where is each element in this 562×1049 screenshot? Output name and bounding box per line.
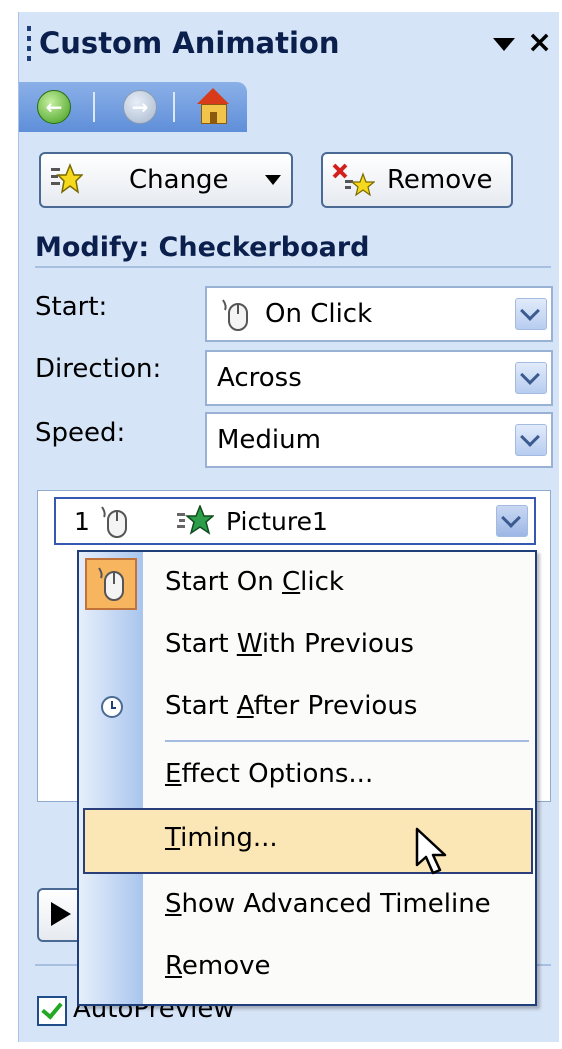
mouse-icon (85, 558, 137, 610)
play-icon (51, 902, 71, 926)
animation-number: 1 (74, 507, 90, 536)
menu-item-show-advanced-timeline[interactable]: Show Advanced Timeline (79, 874, 535, 936)
close-icon[interactable]: × (527, 28, 552, 58)
pane-navigation-bar: ← → (19, 82, 247, 132)
menu-item-start-after-previous[interactable]: Start After Previous (79, 676, 535, 738)
animation-name: Picture1 (226, 507, 328, 536)
menu-item-label: Effect Options... (165, 759, 374, 789)
animation-context-menu: Start On Click Start With Previous Start… (77, 550, 537, 1006)
custom-animation-pane: Custom Animation × ← → Change Remove Mod… (18, 12, 559, 1042)
direction-dropdown[interactable]: Across (205, 350, 553, 406)
menu-item-start-on-click[interactable]: Start On Click (79, 552, 535, 614)
mouse-icon (217, 296, 253, 336)
list-item[interactable]: 1 Picture1 (54, 497, 536, 545)
start-label: Start: (35, 292, 108, 322)
pane-title-bar: Custom Animation × (19, 12, 559, 82)
menu-item-label: Show Advanced Timeline (165, 889, 491, 919)
chevron-down-icon[interactable] (515, 424, 547, 456)
nav-separator (93, 92, 95, 122)
mouse-pointer-icon (415, 827, 449, 881)
modify-heading: Modify: Checkerboard (35, 232, 370, 263)
home-icon[interactable] (195, 88, 231, 124)
remove-effect-icon (331, 162, 375, 196)
chevron-down-icon[interactable] (515, 362, 547, 394)
direction-value: Across (217, 363, 302, 393)
pane-menu-dropdown-icon[interactable] (493, 38, 515, 51)
menu-item-label: Start After Previous (165, 691, 418, 721)
menu-item-label: Start On Click (165, 567, 344, 597)
star-icon (176, 505, 214, 537)
menu-item-label: Start With Previous (165, 629, 414, 659)
clock-icon (101, 696, 123, 718)
menu-separator (165, 740, 529, 742)
back-icon[interactable]: ← (37, 90, 71, 124)
start-value: On Click (265, 299, 373, 329)
menu-item-effect-options[interactable]: Effect Options... (79, 744, 535, 806)
menu-item-start-with-previous[interactable]: Start With Previous (79, 614, 535, 676)
chevron-down-icon[interactable] (496, 505, 528, 537)
nav-separator (173, 92, 175, 122)
change-effect-button[interactable]: Change (39, 152, 293, 208)
add-effect-star-icon (49, 162, 83, 196)
divider (35, 266, 551, 268)
autopreview-checkbox[interactable] (37, 996, 67, 1026)
speed-label: Speed: (35, 418, 126, 448)
direction-label: Direction: (35, 354, 162, 384)
start-dropdown[interactable]: On Click (205, 286, 553, 342)
menu-item-remove[interactable]: Remove (79, 936, 535, 998)
drag-grip-icon[interactable] (27, 26, 31, 66)
change-button-label: Change (129, 165, 229, 195)
chevron-down-icon[interactable] (515, 298, 547, 330)
chevron-down-icon (265, 175, 281, 185)
speed-dropdown[interactable]: Medium (205, 412, 553, 468)
remove-effect-button[interactable]: Remove (321, 152, 513, 208)
remove-button-label: Remove (387, 165, 493, 195)
menu-item-timing[interactable]: Timing... (83, 808, 533, 874)
mouse-icon (96, 503, 132, 543)
menu-item-label: Timing... (165, 823, 278, 853)
speed-value: Medium (217, 425, 321, 455)
forward-icon[interactable]: → (123, 90, 157, 124)
pane-title: Custom Animation (39, 26, 340, 60)
menu-item-label: Remove (165, 951, 271, 981)
